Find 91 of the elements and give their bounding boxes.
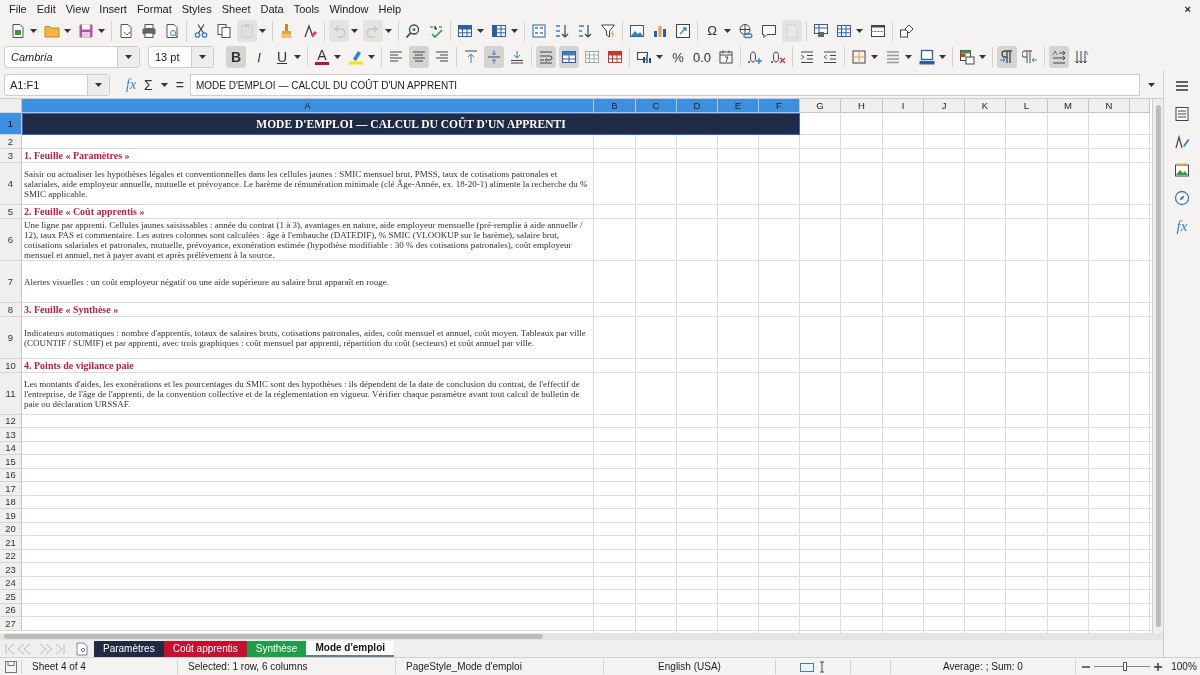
toolbar-button[interactable]: I: [249, 46, 269, 68]
plus-icon[interactable]: [1154, 662, 1162, 671]
toolbar-button[interactable]: B: [226, 46, 246, 68]
text-cell-text: Saisir ou actualiser les hypothèses légales et conventionnelles dans les cellules jaunes : SMIC mensuel brut, PMSS, taux de cotisations patronales et salariales, aide employeur annuelle, mutuelle et prévoyance. Le barème de rémunération minimale (clé Âge-Année, ex. 18-20-1) alimente la recherche du % SMIC applicable.: [24, 168, 589, 199]
column-header[interactable]: K: [965, 99, 1006, 113]
row-header[interactable]: 9: [0, 316, 22, 359]
column-header[interactable]: E: [718, 99, 759, 113]
styles-icon[interactable]: [1174, 134, 1190, 150]
formula-button[interactable]: Σ: [142, 77, 155, 93]
page-style: PageStyle_Mode d'emploi: [406, 661, 522, 672]
row-header[interactable]: 25: [0, 590, 22, 604]
row-header[interactable]: 21: [0, 536, 22, 550]
column-header[interactable]: G: [800, 99, 841, 113]
caret-icon[interactable]: [87, 75, 109, 95]
column-header[interactable]: B: [594, 99, 636, 113]
menu-item[interactable]: Data: [255, 3, 289, 15]
selection-mode-icon[interactable]: [800, 660, 826, 673]
text-direction-icon[interactable]: [1049, 46, 1070, 68]
section-heading: 2. Feuille « Coût apprentis »: [24, 206, 145, 217]
menu-item[interactable]: View: [60, 3, 95, 15]
row-header[interactable]: 13: [0, 428, 22, 442]
row-header[interactable]: 4: [0, 162, 22, 205]
horizontal-scrollbar[interactable]: [0, 633, 1163, 640]
row-header[interactable]: 19: [0, 509, 22, 523]
caret-icon[interactable]: [117, 47, 139, 67]
column-header[interactable]: A: [22, 99, 594, 113]
row-header[interactable]: 2: [0, 135, 22, 149]
row-header[interactable]: 27: [0, 617, 22, 631]
toolbar-button[interactable]: A: [312, 46, 332, 68]
toolbar-button[interactable]: 0.0: [691, 46, 714, 68]
row-header[interactable]: 7: [0, 260, 22, 303]
wrap-text-icon[interactable]: [536, 46, 556, 68]
column-header[interactable]: C: [636, 99, 677, 113]
formula-button[interactable]: fx: [124, 77, 139, 93]
zoom-slider[interactable]: [1122, 662, 1127, 671]
column-header[interactable]: N: [1089, 99, 1130, 113]
menu-icon[interactable]: [1174, 78, 1190, 94]
toolbar-button[interactable]: Ω: [702, 19, 722, 42]
sheet-count: Sheet 4 of 4: [32, 661, 86, 672]
formula-button[interactable]: =: [173, 77, 186, 93]
column-header[interactable]: J: [924, 99, 965, 113]
text-cell-text: Les montants d'aides, les exonérations et les pourcentages du SMIC sont des hypothèses : ils dépendent de la date de conclusion du contrat, de l'effectif de l'entreprise, de l'âge de l'apprenti, de la convention collective et de la réglementation en vigueur. Vérifier chaque paramètre avant tout calcul de bulletin de paie ou déclaration URSSAF.: [24, 378, 581, 409]
section-heading: 3. Feuille « Synthèse »: [24, 304, 119, 315]
section-heading: 1. Feuille « Paramètres »: [24, 150, 130, 161]
zoom-percent[interactable]: 100%: [1171, 661, 1197, 672]
title-cell: MODE D'EMPLOI — CALCUL DU COÛT D'UN APPRENTI: [22, 113, 800, 135]
sheet-tab[interactable]: Coût apprentis: [163, 640, 247, 657]
column-header[interactable]: I: [883, 99, 924, 113]
menu-item[interactable]: Tools: [288, 3, 325, 15]
properties-icon[interactable]: [1174, 106, 1190, 122]
formula-input[interactable]: MODE D'EMPLOI — CALCUL DU COÛT D'UN APPRENTI: [189, 74, 1140, 96]
sidebar-button[interactable]: fx: [1176, 218, 1188, 235]
row-header[interactable]: 15: [0, 455, 22, 469]
menu-item[interactable]: Styles: [176, 3, 217, 15]
menu-item[interactable]: Insert: [94, 3, 132, 15]
section-heading: 4. Points de vigilance paie: [24, 360, 134, 371]
toolbar-button[interactable]: U: [272, 46, 292, 68]
row-header[interactable]: 17: [0, 482, 22, 496]
toolbar-button[interactable]: %: [668, 46, 688, 68]
column-header[interactable]: D: [677, 99, 718, 113]
column-header[interactable]: F: [759, 99, 800, 113]
cell-grid[interactable]: [0, 99, 1152, 633]
column-header[interactable]: H: [841, 99, 883, 113]
caret-icon[interactable]: [191, 47, 213, 67]
close-button[interactable]: ×: [1179, 3, 1196, 15]
menu-item[interactable]: Window: [324, 3, 374, 15]
menu-item[interactable]: File: [4, 3, 32, 15]
sheet-tab[interactable]: Paramètres: [94, 640, 164, 657]
selection-info: Selected: 1 row, 6 columns: [188, 661, 308, 672]
text-cell-text: Une ligne par apprenti. Cellules jaunes saisissables : année du contrat (1 à 3), avantages en nature, aide employeur mensuelle (pré-remplie à aide annuelle / 12), taux PAS et commentaire. Les autres colonnes sont calculées : âge à l'embauche (DATEDIF), % SMIC (VLOOKUP sur le barème), salaire brut, cotisations salariales et patronales, mutuelle, prévoyance, exonération estimée (hypothèse modifiable : 30 % des cotisations patronales), coût employeur mensuel et annuel, net à payer avant et après prélèvement à la source.: [24, 219, 584, 260]
merge-cells-icon[interactable]: [559, 46, 579, 68]
sum-info: Average: ; Sum: 0: [943, 661, 1023, 672]
column-header[interactable]: M: [1048, 99, 1089, 113]
row-header[interactable]: 1: [0, 113, 22, 135]
menu-item[interactable]: Edit: [31, 3, 61, 15]
language[interactable]: English (USA): [658, 661, 721, 672]
column-header[interactable]: L: [1006, 99, 1048, 113]
row-header[interactable]: 23: [0, 563, 22, 577]
row-header[interactable]: 6: [0, 218, 22, 261]
sheet-tab[interactable]: Mode d'emploi: [306, 640, 395, 657]
text-cell-text: Indicateurs automatiques : nombre d'apprentis, totaux de salaires bruts, cotisations patronales, aides, coût mensuel et annuel, coût moyen. Tableaux par ville (COUNTIF / SUMIF) et par apprenti, avec trois graphiques : coût mensuel par apprenti, répartition du coût (secteurs) et coût annuel par ville.: [24, 327, 587, 348]
text-cell: Alertes visuelles : un coût employeur négatif ou une aide supérieure au salaire brut apparaît en rouge.: [24, 276, 390, 287]
save-icon: [4, 660, 17, 673]
add-sheet-icon[interactable]: [76, 641, 88, 656]
menu-item[interactable]: Format: [131, 3, 177, 15]
gallery-icon[interactable]: [1174, 162, 1190, 178]
menu-item[interactable]: Sheet: [216, 3, 256, 15]
compass-icon[interactable]: [1174, 190, 1190, 206]
vertical-scrollbar[interactable]: [1152, 99, 1163, 633]
row-header[interactable]: 11: [0, 372, 22, 415]
menu-item[interactable]: Help: [373, 3, 407, 15]
